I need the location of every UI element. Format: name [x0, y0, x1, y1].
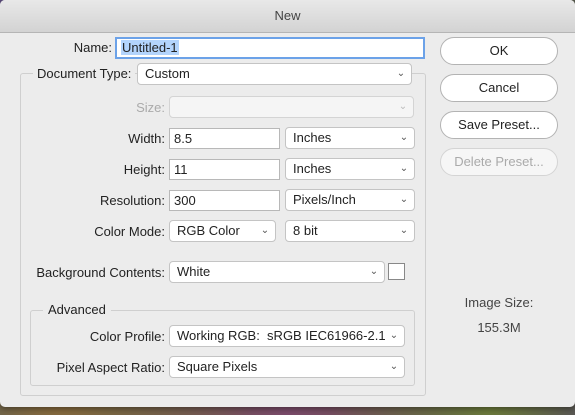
chevron-down-icon: ⌄: [399, 194, 409, 205]
cancel-button[interactable]: Cancel: [440, 74, 558, 102]
height-unit-value: Inches: [293, 161, 332, 176]
bit-depth-select[interactable]: 8 bit ⌄: [285, 220, 415, 242]
size-label: Size:: [136, 100, 165, 115]
height-label: Height:: [123, 162, 165, 177]
new-document-dialog: New Name: Untitled-1 Document Type: Cust…: [0, 0, 575, 407]
color-mode-select[interactable]: RGB Color ⌄: [169, 220, 276, 242]
image-size-label: Image Size:: [464, 295, 534, 310]
save-preset-button[interactable]: Save Preset...: [440, 111, 558, 139]
resolution-unit-select[interactable]: Pixels/Inch ⌄: [285, 189, 415, 211]
width-input[interactable]: 8.5: [169, 128, 280, 149]
chevron-down-icon: ⌄: [399, 163, 409, 174]
color-mode-value: RGB Color: [177, 223, 240, 238]
document-type-legend: Document Type:: [33, 63, 136, 85]
bit-depth-value: 8 bit: [293, 223, 318, 238]
background-contents-label: Background Contents:: [36, 265, 165, 280]
chevron-down-icon: ⌄: [399, 132, 409, 143]
ok-button[interactable]: OK: [440, 37, 558, 65]
chevron-down-icon: ⌄: [369, 266, 379, 277]
height-input[interactable]: 11: [169, 159, 280, 180]
window-title: New: [274, 8, 301, 23]
image-size-value: 155.3M: [477, 320, 521, 335]
width-unit-value: Inches: [293, 130, 332, 145]
name-input-value: Untitled-1: [121, 40, 179, 55]
document-type-label: Document Type:: [37, 66, 132, 81]
chevron-down-icon: ⌄: [389, 361, 399, 372]
delete-preset-button[interactable]: Delete Preset...: [440, 148, 558, 176]
chevron-down-icon: ⌄: [260, 225, 270, 236]
background-color-swatch[interactable]: [388, 263, 405, 280]
document-type-select[interactable]: Custom ⌄: [137, 63, 412, 85]
color-profile-label: Color Profile:: [89, 329, 165, 344]
chevron-down-icon: ⌄: [399, 225, 409, 236]
chevron-down-icon: ⌄: [398, 101, 408, 112]
advanced-legend[interactable]: Advanced: [43, 300, 111, 320]
pixel-aspect-ratio-select[interactable]: Square Pixels ⌄: [169, 356, 405, 378]
background-contents-value: White: [177, 264, 211, 279]
name-label: Name:: [73, 40, 112, 55]
pixel-aspect-ratio-label: Pixel Aspect Ratio:: [56, 360, 165, 375]
color-profile-value: Working RGB: sRGB IEC61966-2.1: [177, 328, 386, 343]
resolution-unit-value: Pixels/Inch: [293, 192, 356, 207]
background-contents-select[interactable]: White ⌄: [169, 261, 385, 283]
name-input[interactable]: Untitled-1: [115, 37, 425, 59]
title-bar[interactable]: New: [0, 0, 575, 33]
resolution-input[interactable]: 300: [169, 190, 280, 211]
resolution-label: Resolution:: [99, 193, 165, 208]
chevron-down-icon: ⌄: [389, 330, 399, 341]
height-unit-select[interactable]: Inches ⌄: [285, 158, 415, 180]
chevron-down-icon: ⌄: [396, 68, 406, 79]
color-mode-label: Color Mode:: [94, 224, 165, 239]
size-select[interactable]: ⌄: [169, 96, 414, 118]
document-type-value: Custom: [145, 66, 190, 81]
color-profile-select[interactable]: Working RGB: sRGB IEC61966-2.1 ⌄: [169, 325, 405, 347]
width-label: Width:: [128, 131, 165, 146]
pixel-aspect-ratio-value: Square Pixels: [177, 359, 258, 374]
width-unit-select[interactable]: Inches ⌄: [285, 127, 415, 149]
